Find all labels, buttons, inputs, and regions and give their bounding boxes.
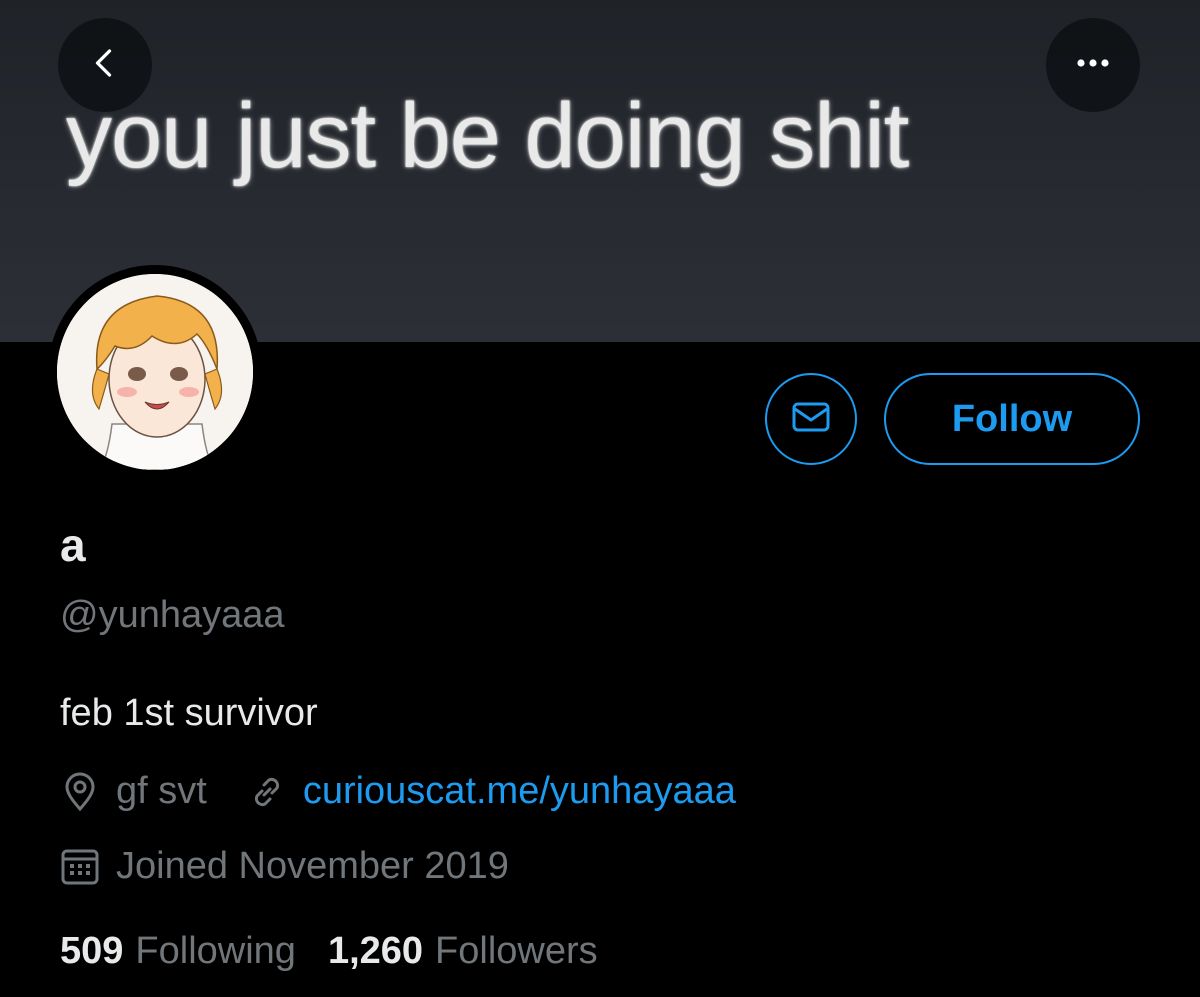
following-stat[interactable]: 509 Following xyxy=(60,930,296,973)
link-icon xyxy=(247,772,287,812)
more-options-button[interactable] xyxy=(1046,18,1140,112)
chevron-left-icon xyxy=(87,45,123,86)
profile-meta-row: gf svt curiouscat.me/yunhayaaa xyxy=(60,770,736,813)
username-handle: @yunhayaaa xyxy=(60,594,285,636)
avatar[interactable] xyxy=(48,265,262,479)
joined-date: Joined November 2019 xyxy=(116,845,509,887)
envelope-icon xyxy=(791,400,831,439)
profile-location: gf svt xyxy=(116,770,207,812)
avatar-image xyxy=(57,274,253,470)
location-pin-icon xyxy=(60,772,100,812)
followers-count: 1,260 xyxy=(327,930,424,972)
following-count: 509 xyxy=(60,930,124,972)
followers-stat[interactable]: 1,260 Followers xyxy=(328,930,598,973)
message-button[interactable] xyxy=(765,373,857,465)
back-button[interactable] xyxy=(58,18,152,112)
following-label: Following xyxy=(135,930,296,972)
display-name: a xyxy=(60,519,86,571)
banner-text: you just be doing shit xyxy=(66,85,909,187)
follow-stats: 509 Following 1,260 Followers xyxy=(60,930,598,973)
profile-website-link[interactable]: curiouscat.me/yunhayaaa xyxy=(303,770,736,813)
calendar-icon xyxy=(60,847,100,887)
profile-bio: feb 1st survivor xyxy=(60,692,318,734)
follow-button[interactable]: Follow xyxy=(884,373,1140,465)
followers-label: Followers xyxy=(435,930,598,972)
profile-joined-row: Joined November 2019 xyxy=(60,845,509,888)
more-horizontal-icon xyxy=(1073,56,1113,74)
